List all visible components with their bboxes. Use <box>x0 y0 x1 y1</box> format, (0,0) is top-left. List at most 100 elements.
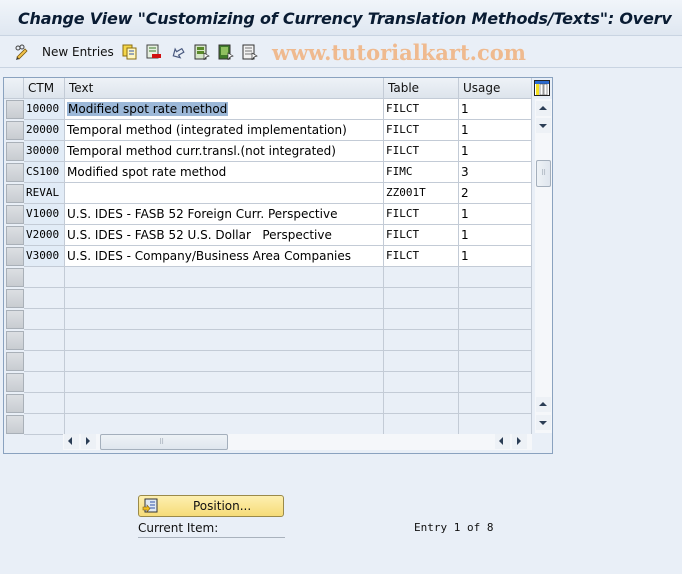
table-row: 20000 Temporal method (integrated impleme… <box>4 120 532 141</box>
arrow-up-icon <box>539 402 547 406</box>
row-selector[interactable] <box>6 184 24 203</box>
column-header-usage[interactable]: Usage <box>459 78 532 99</box>
row-selector[interactable] <box>6 289 24 308</box>
cell-ctm[interactable]: 20000 <box>24 120 65 141</box>
cell-usage <box>459 372 532 393</box>
cell-text <box>65 309 384 330</box>
row-selector[interactable] <box>6 373 24 392</box>
cell-usage[interactable]: 1 <box>459 99 532 120</box>
cell-table-name-value: FILCT <box>386 144 420 157</box>
cell-ctm[interactable]: V3000 <box>24 246 65 267</box>
cell-ctm <box>24 351 65 372</box>
cell-table-name[interactable]: FILCT <box>384 225 459 246</box>
cell-table-name[interactable]: ZZ001T <box>384 183 459 204</box>
scroll-up-button[interactable] <box>536 101 551 116</box>
cell-usage[interactable]: 1 <box>459 225 532 246</box>
column-header-text[interactable]: Text <box>65 78 384 99</box>
page-down-button[interactable] <box>536 415 551 430</box>
cell-table-name[interactable]: FIMC <box>384 162 459 183</box>
cell-usage[interactable]: 1 <box>459 120 532 141</box>
row-selector[interactable] <box>6 121 24 140</box>
arrow-left-icon <box>499 437 503 445</box>
cell-ctm[interactable]: 30000 <box>24 141 65 162</box>
table-row <box>4 267 532 288</box>
table-row <box>4 288 532 309</box>
delete-row-icon <box>146 44 162 60</box>
cell-text[interactable]: Modified spot rate method <box>65 162 384 183</box>
cell-table-name[interactable]: FILCT <box>384 204 459 225</box>
cell-text-value: Modified spot rate method <box>67 165 227 179</box>
row-selector[interactable] <box>6 310 24 329</box>
position-button[interactable]: Position... <box>138 495 284 517</box>
table-settings-button[interactable] <box>534 80 550 96</box>
cell-text[interactable]: U.S. IDES - FASB 52 Foreign Curr. Perspe… <box>65 204 384 225</box>
page-up-button[interactable] <box>536 397 551 412</box>
cell-table-name[interactable]: FILCT <box>384 120 459 141</box>
cell-usage[interactable]: 1 <box>459 246 532 267</box>
scroll-down-button[interactable] <box>536 118 551 133</box>
row-selector[interactable] <box>6 163 24 182</box>
cell-usage[interactable]: 3 <box>459 162 532 183</box>
deselect-all-button[interactable] <box>242 43 258 62</box>
column-header-table-name[interactable]: Table Name <box>384 78 459 116</box>
cell-usage[interactable]: 1 <box>459 141 532 162</box>
position-button-label: Position... <box>193 499 252 513</box>
vertical-scroll-thumb[interactable]: ⠿ <box>536 160 551 187</box>
cell-text-value: Modified spot rate method <box>67 102 229 116</box>
cell-ctm[interactable]: V1000 <box>24 204 65 225</box>
cell-table-name[interactable]: FILCT <box>384 99 459 120</box>
cell-text[interactable]: U.S. IDES - FASB 52 U.S. Dollar Perspect… <box>65 225 384 246</box>
cell-ctm[interactable]: CS100 <box>24 162 65 183</box>
display-change-button[interactable] <box>14 43 30 61</box>
cell-ctm[interactable]: REVAL <box>24 183 65 204</box>
row-selector[interactable] <box>6 100 24 119</box>
new-entries-button[interactable]: New Entries <box>42 43 114 61</box>
copy-as-button[interactable] <box>122 43 138 61</box>
cell-ctm[interactable]: V2000 <box>24 225 65 246</box>
row-selector[interactable] <box>6 226 24 245</box>
cell-usage[interactable]: 1 <box>459 204 532 225</box>
vertical-scrollbar[interactable]: ⠿ <box>535 99 552 433</box>
cell-text[interactable]: Modified spot rate method <box>65 99 384 120</box>
scroll-right-end-button[interactable] <box>512 434 527 449</box>
scroll-right-button[interactable] <box>81 434 96 449</box>
cell-usage-value: 3 <box>461 165 469 179</box>
table-row: V3000 U.S. IDES - Company/Business Area C… <box>4 246 532 267</box>
select-all-rows-cell[interactable] <box>4 78 24 99</box>
scroll-left-end-button[interactable] <box>495 434 510 449</box>
position-icon <box>142 498 158 517</box>
row-selector[interactable] <box>6 415 24 434</box>
horizontal-scroll-thumb[interactable]: ⠿ <box>100 434 228 450</box>
column-header-ctm[interactable]: CTM <box>24 78 65 99</box>
cell-text-value: U.S. IDES - Company/Business Area Compan… <box>67 249 352 263</box>
row-selector[interactable] <box>6 352 24 371</box>
row-selector[interactable] <box>6 205 24 224</box>
cell-text[interactable]: Temporal method (integrated implementati… <box>65 120 384 141</box>
cell-text[interactable] <box>65 183 384 204</box>
select-block-button[interactable] <box>218 43 234 62</box>
select-all-button[interactable] <box>194 43 210 62</box>
cell-usage[interactable]: 2 <box>459 183 532 204</box>
scroll-left-button[interactable] <box>64 434 79 449</box>
cell-text[interactable]: U.S. IDES - Company/Business Area Compan… <box>65 246 384 267</box>
row-selector[interactable] <box>6 142 24 161</box>
cell-table-name <box>384 414 459 435</box>
row-selector[interactable] <box>6 268 24 287</box>
horizontal-scrollbar[interactable]: ⠿ <box>63 434 532 450</box>
row-selector[interactable] <box>6 394 24 413</box>
cell-table-name[interactable]: FILCT <box>384 246 459 267</box>
arrow-right-icon <box>86 437 90 445</box>
undo-change-button[interactable] <box>170 43 186 61</box>
cell-text-value: Temporal method (integrated implementati… <box>67 123 347 137</box>
current-item-label: Current Item: <box>138 521 285 538</box>
table-header: CTM Text Table Name Usage <box>4 78 532 116</box>
cell-text[interactable]: Temporal method curr.transl.(not integra… <box>65 141 384 162</box>
cell-ctm[interactable]: 10000 <box>24 99 65 120</box>
delete-button[interactable] <box>146 43 162 61</box>
arrow-down-icon <box>539 124 547 128</box>
cell-ctm <box>24 372 65 393</box>
row-selector[interactable] <box>6 331 24 350</box>
row-selector[interactable] <box>6 247 24 266</box>
cell-table-name-value: FILCT <box>386 249 420 262</box>
cell-table-name[interactable]: FILCT <box>384 141 459 162</box>
